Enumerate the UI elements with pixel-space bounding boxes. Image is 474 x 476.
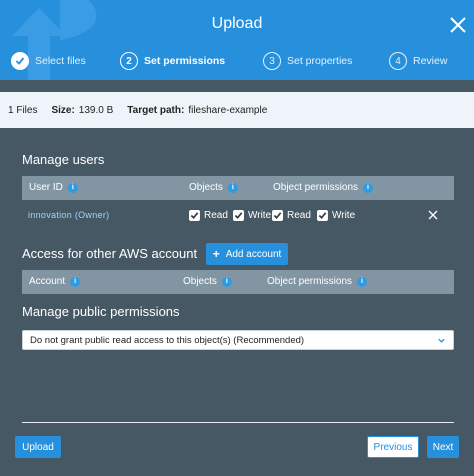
info-icon[interactable]: i (357, 276, 368, 287)
check-icon (189, 210, 200, 221)
size-value: 139.0 B (78, 104, 114, 116)
upload-modal-header: Upload Select files 2 Set permissions 3 … (0, 0, 474, 80)
add-account-button[interactable]: + Add account (206, 243, 288, 265)
file-count: 1 Files (8, 104, 38, 116)
modal-title: Upload (211, 15, 263, 32)
permissions-panel: Manage users User ID i Objects i Object … (0, 128, 474, 476)
close-icon[interactable] (449, 16, 467, 34)
step-set-properties[interactable]: 3 Set properties (263, 51, 352, 71)
public-access-select[interactable]: Do not grant public read access to this … (22, 330, 454, 350)
objects-write-checkbox[interactable]: Write (233, 210, 271, 221)
info-icon[interactable]: i (227, 182, 238, 193)
user-id-column: User ID i (29, 182, 78, 193)
selected-option: Do not grant public read access to this … (30, 334, 305, 346)
object-permissions-column: Object permissions i (267, 276, 368, 287)
account-header: Account (29, 276, 66, 287)
user-id-header: User ID (29, 182, 63, 193)
permissions-write-checkbox[interactable]: Write (317, 210, 355, 221)
other-accounts-title: Access for other AWS account (22, 246, 198, 261)
permissions-read-checkbox[interactable]: Read (272, 210, 311, 221)
upload-summary-bar: 1 Files Size: 139.0 B Target path: files… (0, 92, 474, 128)
step-number: 2 (120, 52, 138, 70)
objects-header: Objects (189, 182, 223, 193)
check-icon (11, 52, 29, 70)
object-permissions-column: Object permissions i (273, 182, 374, 193)
target-path-value: fileshare-example (188, 104, 268, 116)
chevron-down-icon (438, 338, 445, 343)
step-review[interactable]: 4 Review (389, 51, 447, 71)
objects-header: Objects (183, 276, 217, 287)
objects-read-checkbox[interactable]: Read (189, 210, 228, 221)
info-icon[interactable]: i (70, 276, 81, 287)
plus-icon: + (212, 247, 220, 261)
step-label: Set permissions (144, 55, 226, 67)
remove-icon[interactable] (427, 209, 439, 221)
object-permissions-header: Object permissions (267, 276, 353, 287)
public-permissions-title: Manage public permissions (22, 304, 180, 319)
table-row: innovation (Owner) Read Write Read Write (22, 204, 454, 228)
footer-divider (22, 422, 454, 423)
objects-column: Objects i (189, 182, 238, 193)
info-icon[interactable]: i (363, 182, 374, 193)
manage-users-title: Manage users (22, 152, 105, 167)
checkbox-label: Read (204, 210, 228, 221)
other-accounts-table-header: Account i Objects i Object permissions i (22, 270, 454, 294)
check-icon (233, 210, 244, 221)
previous-button[interactable]: Previous (367, 436, 419, 458)
checkbox-label: Read (287, 210, 311, 221)
info-icon[interactable]: i (67, 182, 78, 193)
target-path-label: Target path: (127, 104, 185, 116)
step-number: 4 (389, 52, 407, 70)
upload-button[interactable]: Upload (15, 436, 61, 458)
checkbox-label: Write (332, 210, 356, 221)
manage-users-table-header: User ID i Objects i Object permissions i (22, 176, 454, 200)
step-label: Set properties (287, 55, 353, 67)
object-permissions-header: Object permissions (273, 182, 359, 193)
add-account-label: Add account (225, 248, 282, 260)
step-number: 3 (263, 52, 281, 70)
step-select-files[interactable]: Select files (11, 51, 86, 71)
check-icon (317, 210, 328, 221)
step-label: Review (413, 55, 448, 67)
step-label: Select files (35, 55, 86, 67)
next-button[interactable]: Next (427, 436, 459, 458)
objects-column: Objects i (183, 276, 232, 287)
user-id-value[interactable]: innovation (Owner) (28, 210, 109, 220)
step-set-permissions[interactable]: 2 Set permissions (120, 51, 225, 71)
check-icon (272, 210, 283, 221)
checkbox-label: Write (248, 210, 272, 221)
account-column: Account i (29, 276, 81, 287)
size-label: Size: (51, 104, 75, 116)
info-icon[interactable]: i (221, 276, 232, 287)
